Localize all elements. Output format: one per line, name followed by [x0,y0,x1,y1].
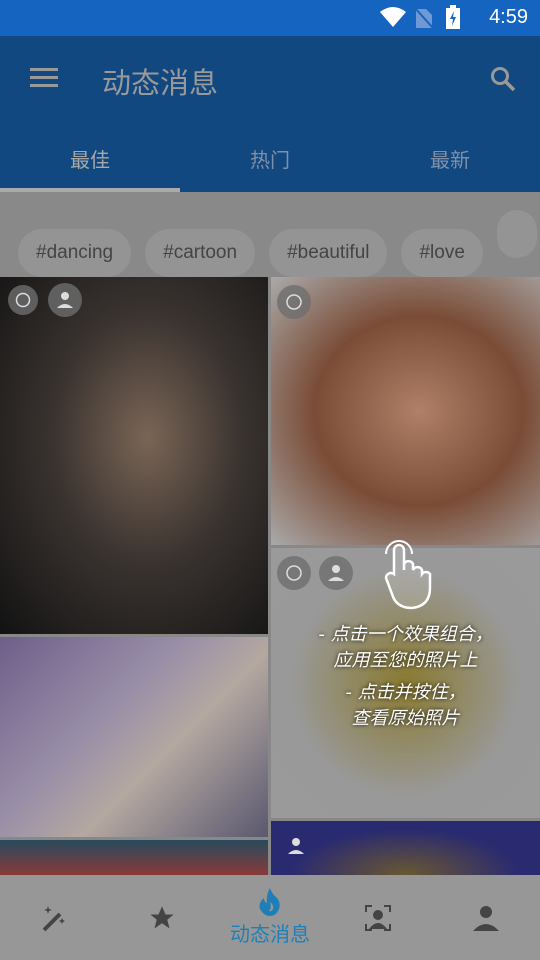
feed-image[interactable] [271,277,540,545]
tutorial-overlay: - 点击一个效果组合， 应用至您的照片上 - 点击并按住， 查看原始照片 [271,622,540,732]
nav-face-scan[interactable] [324,875,432,960]
wifi-icon [380,7,406,27]
page-title: 动态消息 [102,66,219,100]
tab-bar: 最佳 热门 最新 [0,126,540,192]
search-icon[interactable] [490,66,516,92]
face-icon [277,285,311,319]
person-icon [48,283,82,317]
tutorial-line: 应用至您的照片上 [333,650,478,671]
nav-feed[interactable]: 动态消息 [216,875,324,960]
tutorial-line: - 点击并按住， [345,682,466,703]
feed-image[interactable] [0,637,268,837]
flame-icon [259,888,280,916]
tutorial-line: 查看原始照片 [351,708,460,729]
status-bar: 4:59 [0,0,540,36]
battery-charging-icon [446,5,460,29]
feed-image[interactable] [0,840,268,875]
tab-newest[interactable]: 最新 [360,126,540,192]
hashtag-chip[interactable]: #dancing [18,229,132,277]
star-icon [150,905,174,928]
nav-feed-label: 动态消息 [230,922,310,946]
feed-image[interactable] [0,277,268,634]
hashtag-chip[interactable]: #beautiful [269,229,388,277]
person-icon [319,556,353,590]
face-icon [8,285,38,315]
tab-hot[interactable]: 热门 [180,126,360,192]
hashtag-chip[interactable] [496,210,537,258]
no-sim-icon [414,7,434,29]
hashtag-chip[interactable]: #cartoon [145,229,256,277]
tap-hand-icon [384,540,432,610]
nav-effects[interactable] [0,875,108,960]
face-scan-icon [365,904,391,931]
nav-favorites[interactable] [108,875,216,960]
hashtag-chip[interactable]: #love [401,229,483,277]
menu-icon[interactable] [30,68,58,90]
clock: 4:59 [489,6,528,28]
person-icon [473,905,499,931]
tutorial-line: - 点击一个效果组合， [318,624,493,645]
bottom-nav: 动态消息 [0,875,540,960]
hashtag-row: #dancing #cartoon #beautiful #love [0,192,540,277]
app-bar: 动态消息 最佳 热门 最新 [0,36,540,192]
nav-profile[interactable] [432,875,540,960]
person-icon [279,829,313,863]
face-icon [277,556,311,590]
magic-wand-icon [42,905,65,931]
tab-best[interactable]: 最佳 [0,126,180,192]
feed-image[interactable] [271,821,540,875]
